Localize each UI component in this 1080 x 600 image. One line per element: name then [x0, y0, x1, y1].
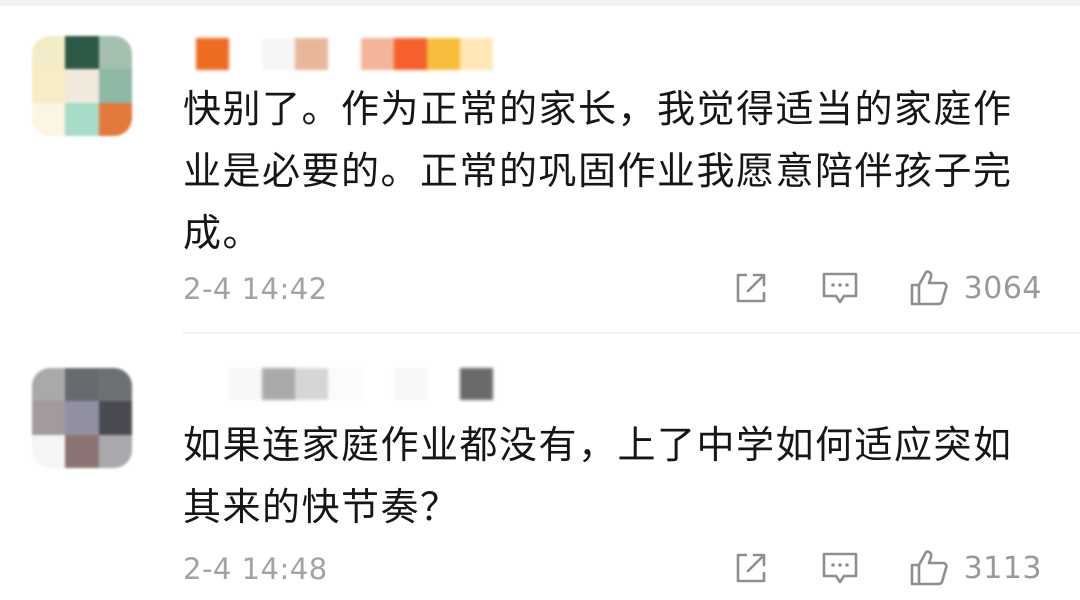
comment-item: 快别了。作为正常的家长，我觉得适当的家庭作业是必要的。正常的巩固作业我愿意陪伴孩…	[0, 0, 1080, 330]
avatar-pixel	[65, 36, 99, 70]
name-pixel	[394, 38, 427, 70]
comment-actions: 3113	[732, 548, 1042, 588]
avatar-pixel	[32, 401, 66, 435]
avatar-pixel	[65, 434, 99, 468]
avatar[interactable]	[32, 36, 132, 136]
username-obscured[interactable]	[196, 38, 493, 70]
avatar-pixel	[98, 434, 132, 468]
share-icon	[736, 273, 765, 303]
like-count: 3113	[963, 550, 1042, 586]
name-pixel	[460, 368, 493, 400]
name-pixel	[196, 38, 229, 70]
share-icon	[736, 553, 765, 583]
thumbs-up-icon	[910, 550, 948, 586]
avatar-pixel	[32, 69, 66, 103]
avatar-pixel	[98, 36, 132, 70]
reply-button[interactable]	[820, 549, 860, 587]
comment-text: 快别了。作为正常的家长，我觉得适当的家庭作业是必要的。正常的巩固作业我愿意陪伴孩…	[183, 87, 1013, 255]
like-button[interactable]: 3113	[908, 548, 1042, 588]
name-pixel	[328, 38, 361, 70]
username-obscured[interactable]	[196, 368, 493, 400]
avatar-pixel	[98, 401, 132, 435]
name-pixel	[295, 38, 328, 70]
comment-list: 快别了。作为正常的家长，我觉得适当的家庭作业是必要的。正常的巩固作业我愿意陪伴孩…	[0, 0, 1080, 600]
comment-text: 如果连家庭作业都没有，上了中学如何适应突如其来的快节奏？	[183, 423, 1013, 529]
name-pixel	[262, 38, 295, 70]
name-pixel	[427, 38, 460, 70]
name-pixel	[262, 368, 295, 400]
avatar-pixel	[65, 368, 99, 402]
like-button[interactable]: 3064	[908, 268, 1042, 308]
name-pixel	[427, 368, 460, 400]
name-pixel	[295, 368, 328, 400]
name-pixel	[196, 368, 229, 400]
avatar-pixel	[65, 401, 99, 435]
name-pixel	[460, 38, 493, 70]
avatar-pixel	[98, 102, 132, 136]
avatar-pixel	[32, 434, 66, 468]
avatar-pixel	[32, 102, 66, 136]
name-pixel	[229, 368, 262, 400]
comment-actions: 3064	[732, 268, 1042, 308]
thumbs-up-icon	[910, 270, 948, 306]
comment-item: 如果连家庭作业都没有，上了中学如何适应突如其来的快节奏？ 2-4 14:48 3…	[0, 334, 1080, 600]
name-pixel	[229, 38, 262, 70]
avatar-pixel	[98, 69, 132, 103]
name-pixel	[361, 38, 394, 70]
name-pixel	[361, 368, 394, 400]
comment-icon	[822, 272, 857, 304]
share-button[interactable]	[732, 269, 770, 307]
avatar-pixel	[65, 69, 99, 103]
like-count: 3064	[963, 270, 1042, 306]
avatar[interactable]	[32, 368, 132, 468]
avatar-pixel	[32, 36, 66, 70]
avatar-pixel	[98, 368, 132, 402]
comment-icon	[822, 552, 857, 584]
name-pixel	[328, 368, 361, 400]
comment-timestamp: 2-4 14:42	[183, 272, 328, 306]
avatar-pixel	[32, 368, 66, 402]
share-button[interactable]	[732, 549, 770, 587]
reply-button[interactable]	[820, 269, 860, 307]
avatar-pixel	[65, 102, 99, 136]
name-pixel	[394, 368, 427, 400]
comment-timestamp: 2-4 14:48	[183, 552, 328, 586]
